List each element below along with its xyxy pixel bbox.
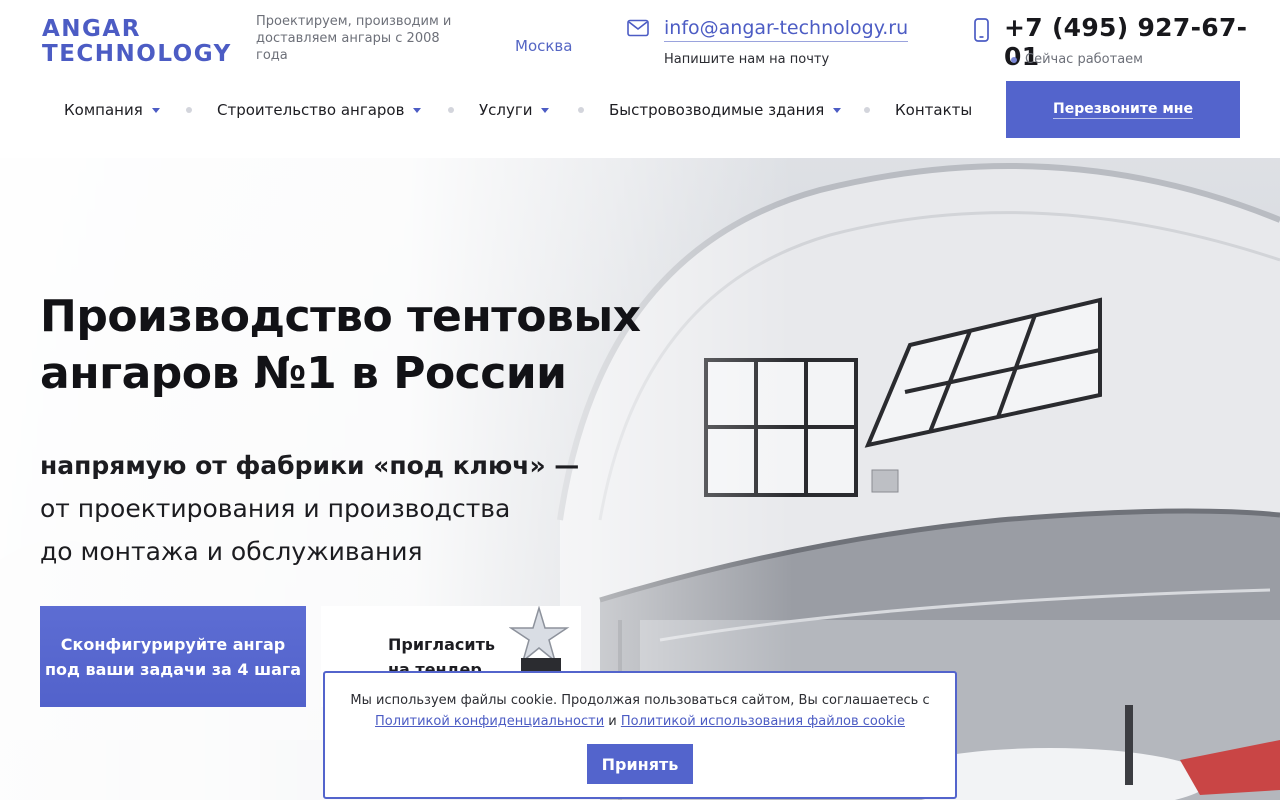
privacy-policy-link[interactable]: Политикой конфиденциальности [375,714,604,729]
hero-title-line1: Производство тентовых [40,291,641,342]
nav-item-label: Контакты [895,100,973,119]
city-selector[interactable]: Москва [515,37,572,55]
cookie-message: Мы используем файлы cookie. Продолжая по… [350,693,930,708]
work-status: Сейчас работаем [1025,52,1143,67]
chevron-down-icon [541,108,550,113]
chevron-down-icon [151,108,160,113]
configure-line1: Сконфигурируйте ангар [60,634,286,654]
mail-icon [627,19,649,37]
hero-subtitle-bold: напрямую от фабрики «под ключ» — [40,451,580,480]
chevron-down-icon [833,108,842,113]
nav-separator [448,107,454,113]
site-header: ANGAR TECHNOLOGY Проектируем, производим… [0,0,1280,158]
accept-cookies-button[interactable]: Принять [587,744,693,784]
logo-line2: TECHNOLOGY [42,41,232,67]
status-dot-icon [1011,57,1017,63]
email-link[interactable]: info@angar-technology.ru [664,15,909,42]
nav-item-label: Строительство ангаров [217,100,405,119]
chevron-down-icon [413,108,422,113]
tender-line1: Пригласить [388,635,496,654]
main-navigation: Компания Строительство ангаров Услуги Бы… [40,81,1006,138]
award-icon [509,606,570,672]
configure-hangar-button[interactable]: Сконфигурируйте ангар под ваши задачи за… [40,606,306,707]
company-tagline: Проектируем, производим и доставляем анг… [256,14,452,63]
logo-line1: ANGAR [42,16,141,42]
callback-button[interactable]: Перезвоните мне [1006,81,1240,138]
email-note: Напишите нам на почту [664,52,830,67]
cookie-policy-link[interactable]: Политикой использования файлов cookie [621,714,905,729]
nav-item-prefab-buildings[interactable]: Быстровозводимые здания [609,81,842,138]
nav-separator [864,107,870,113]
hero-title-line2: ангаров №1 в России [40,348,567,399]
nav-item-company[interactable]: Компания [64,81,160,138]
nav-item-hangar-construction[interactable]: Строительство ангаров [217,81,422,138]
configure-line2: под ваши задачи за 4 шага [44,659,302,679]
hero-title: Производство тентовых ангаров №1 в Росси… [40,288,740,402]
hero-subtitle-line3: до монтажа и обслуживания [40,537,423,566]
hero-subtitle-line2: от проектирования и производства [40,494,511,523]
accept-label: Принять [601,754,679,774]
cookie-text: Мы используем файлы cookie. Продолжая по… [325,690,955,732]
nav-separator [578,107,584,113]
nav-item-label: Услуги [479,100,533,119]
nav-item-services[interactable]: Услуги [479,81,550,138]
phone-icon [974,18,989,42]
cookie-banner: Мы используем файлы cookie. Продолжая по… [323,671,957,799]
nav-item-label: Компания [64,100,143,119]
brand-logo[interactable]: ANGAR TECHNOLOGY [42,17,232,67]
callback-label: Перезвоните мне [1053,100,1193,119]
cookie-and: и [608,714,617,729]
hero-subtitle: напрямую от фабрики «под ключ» — от прое… [40,444,680,573]
nav-item-contacts[interactable]: Контакты [895,81,972,138]
nav-separator [186,107,192,113]
nav-item-label: Быстровозводимые здания [609,100,825,119]
